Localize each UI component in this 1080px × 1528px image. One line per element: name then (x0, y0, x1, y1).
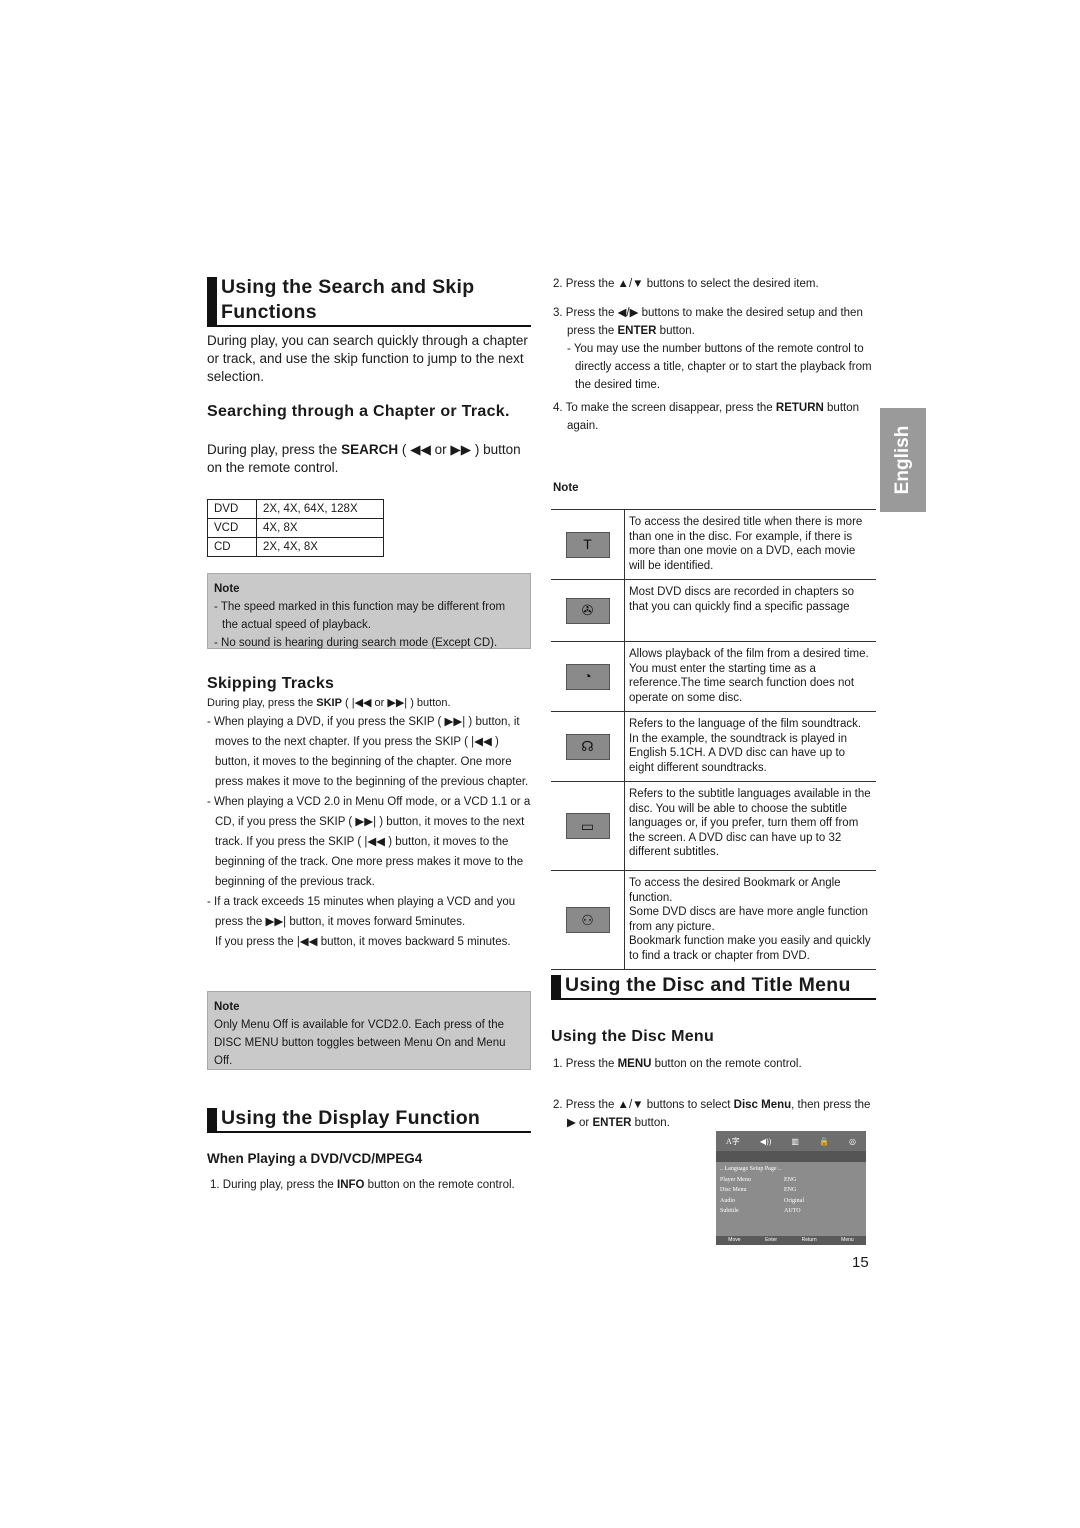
step-2: 2. Press the ▲/▼ buttons to select the d… (553, 278, 819, 290)
step-4: 4. To make the screen disappear, press t… (553, 402, 859, 432)
note-box-search: Note - The speed marked in this function… (207, 573, 531, 649)
display-step-1: 1. During play, press the INFO button on… (210, 1179, 515, 1191)
table-row: ☊ Refers to the language of the film soun… (551, 712, 876, 782)
table-row: ▭ Refers to the subtitle languages availa… (551, 782, 876, 871)
table-row: ⚇ To access the desired Bookmark or Angle… (551, 871, 876, 970)
note-box-vcd: Note Only Menu Off is available for VCD2… (207, 991, 531, 1070)
lock-icon: 🔒 (818, 1136, 829, 1146)
chapter-icon: ✇ (565, 597, 610, 624)
language-tab: English (880, 408, 926, 512)
table-row: ✇ Most DVD discs are recorded in chapters… (551, 580, 876, 642)
table-row: T To access the desired title when there … (551, 510, 876, 580)
audio-icon: ☊ (565, 733, 610, 760)
disc-step-1: 1. Press the MENU button on the remote c… (553, 1058, 802, 1070)
time-icon: ◔ (565, 663, 610, 690)
display-subheading: When Playing a DVD/VCD/MPEG4 (207, 1151, 423, 1166)
language-setup-screen: A字 ◀)) ▥ 🔒 ◎ .. Language Setup Page .. Playe… (716, 1131, 866, 1245)
table-row: ◔ Allows playback of the film from a desi… (551, 642, 876, 712)
speed-table: DVD 2X, 4X, 64X, 128X VCD 4X, 8X CD 2X, 4X,… (207, 499, 384, 557)
disc-title-heading: Using the Disc and Title Menu (551, 973, 876, 1000)
info-icon-table: T To access the desired title when there … (551, 509, 876, 970)
disc-menu-heading: Using the Disc Menu (551, 1028, 715, 1045)
step-3: 3. Press the ◀/▶ buttons to make the des… (553, 307, 863, 337)
page-number: 15 (852, 1254, 869, 1271)
subtitle-icon: ▭ (565, 813, 610, 839)
bookmark-angle-icon: ⚇ (565, 907, 610, 933)
table-row: CD 2X, 4X, 8X (207, 537, 384, 557)
chapter-heading: Searching through a Chapter or Track. (207, 403, 510, 420)
note-label: Note (553, 482, 579, 494)
skip-intro: During play, press the SKIP ( |◀◀ or ▶▶|… (207, 697, 451, 709)
speaker-icon: ◀)) (759, 1136, 772, 1146)
skip-list: - When playing a DVD, if you press the S… (207, 716, 531, 948)
skipping-heading: Skipping Tracks (207, 675, 335, 692)
title-icon: T (565, 531, 610, 558)
chapter-text: During play, press the SEARCH ( ◀◀ or ▶▶… (207, 442, 521, 475)
search-skip-heading: Using the Search and Skip Functions (207, 275, 531, 327)
disc-step-2: 2. Press the ▲/▼ buttons to select Disc … (553, 1099, 871, 1129)
display-icon: ▥ (791, 1136, 799, 1146)
table-row: VCD 4X, 8X (207, 518, 384, 538)
manual-page: Using the Search and Skip Functions Duri… (0, 0, 1080, 1528)
display-heading: Using the Display Function (207, 1106, 531, 1133)
table-row: DVD 2X, 4X, 64X, 128X (207, 499, 384, 519)
search-intro: During play, you can search quickly thro… (207, 333, 528, 384)
step-3-sub: - You may use the number buttons of the … (567, 343, 872, 391)
language-icon: A字 (726, 1136, 740, 1146)
divx-icon: ◎ (848, 1136, 856, 1146)
